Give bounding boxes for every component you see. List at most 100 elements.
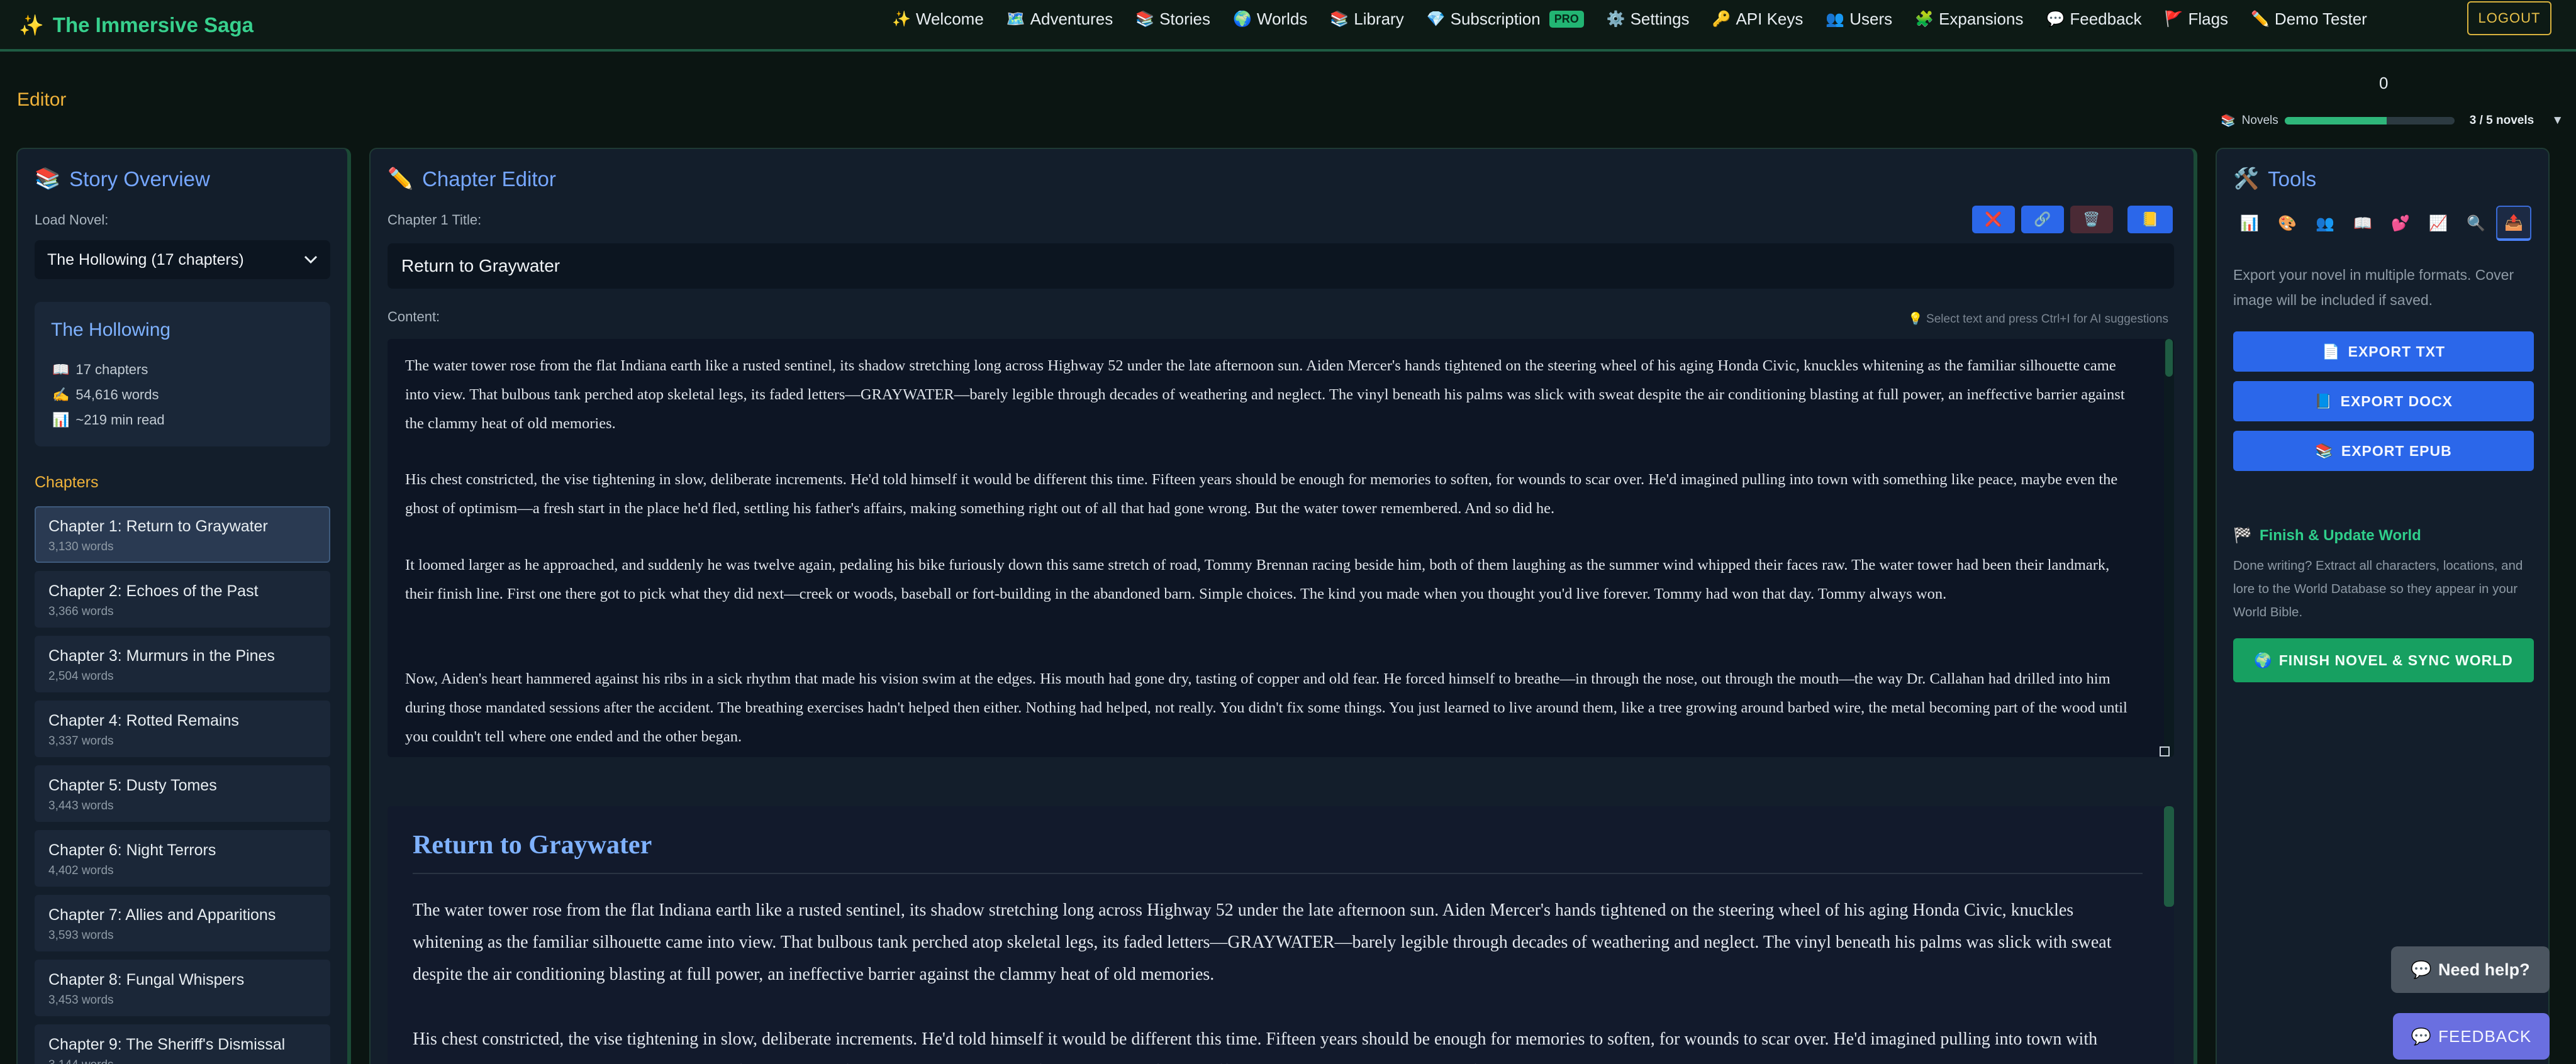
nav-label: Feedback — [2070, 9, 2142, 28]
preview-paragraph: The water tower rose from the flat India… — [413, 901, 2112, 984]
tools-tabs: 📊 🎨 👥 📖 💕 📈 🔍 📤 — [2232, 206, 2531, 241]
nav-item-library[interactable]: 📚 Library — [1319, 0, 1415, 38]
chapter-item[interactable]: Chapter 5: Dusty Tomes 3,443 words — [35, 765, 330, 822]
tab-search[interactable]: 🔍 — [2458, 206, 2494, 241]
book-icon: 📖 — [52, 362, 70, 377]
document-icon: 📄 — [2321, 343, 2341, 360]
search-icon: 🔍 — [2467, 214, 2485, 232]
chapter-item[interactable]: Chapter 3: Murmurs in the Pines 2,504 wor… — [35, 636, 330, 692]
nav-item-welcome[interactable]: ✨ Welcome — [881, 0, 995, 38]
finish-sync-button[interactable]: 🌍 FINISH NOVEL & SYNC WORLD — [2233, 638, 2534, 682]
chapter-item[interactable]: Chapter 1: Return to Graywater 3,130 word… — [35, 506, 330, 563]
divider — [413, 873, 2143, 874]
chapter-words: 3,453 words — [48, 994, 114, 1007]
trend-icon: 📈 — [2429, 214, 2448, 232]
chapter-title-input[interactable]: Return to Graywater — [388, 243, 2174, 289]
nav-label: Subscription — [1450, 9, 1541, 28]
tab-stats[interactable]: 📊 — [2232, 206, 2267, 241]
nav-item-stories[interactable]: 📚 Stories — [1124, 0, 1222, 38]
nav-item-settings[interactable]: ⚙️ Settings — [1595, 0, 1701, 38]
chapter-words: 3,144 words — [48, 1058, 114, 1064]
chapter-title-label: Chapter 1 Title: — [388, 212, 482, 228]
chapter-title: Chapter 7: Allies and Apparitions — [48, 906, 276, 924]
nav-item-api-keys[interactable]: 🔑 API Keys — [1701, 0, 1815, 38]
button-label: EXPORT DOCX — [2340, 392, 2453, 409]
books-icon: 📚 — [1135, 10, 1155, 28]
tab-style[interactable]: 🎨 — [2270, 206, 2305, 241]
nav-item-subscription[interactable]: 💎 Subscription PRO — [1415, 0, 1595, 38]
editor-paragraph: It loomed larger as he approached, and s… — [405, 557, 2110, 602]
novel-select[interactable]: The Hollowing (17 chapters) — [35, 240, 330, 279]
link-button[interactable]: 🔗 — [2021, 206, 2064, 233]
chapter-title-value: Return to Graywater — [401, 256, 560, 275]
trash-icon: 🗑️ — [2083, 211, 2100, 227]
delete-button[interactable]: 🗑️ — [2070, 206, 2113, 233]
resize-handle[interactable] — [2160, 746, 2170, 756]
gear-icon: ⚙️ — [1606, 10, 1625, 28]
nav-item-flags[interactable]: 🚩 Flags — [2153, 0, 2239, 38]
logout-button[interactable]: LOGOUT — [2467, 1, 2551, 35]
content-editor[interactable]: The water tower rose from the flat India… — [388, 339, 2174, 757]
chapter-item[interactable]: Chapter 9: The Sheriff's Dismissal 3,144 … — [35, 1024, 330, 1064]
chapter-item[interactable]: Chapter 8: Fungal Whispers 3,453 words — [35, 960, 330, 1016]
app-brand[interactable]: ✨ The Immersive Saga — [19, 6, 254, 44]
novels-progress-bar — [2284, 117, 2455, 125]
chapters-heading: Chapters — [35, 474, 99, 491]
chapter-words: 4,402 words — [48, 864, 114, 877]
tab-analytics[interactable]: 📈 — [2421, 206, 2456, 241]
chapter-item[interactable]: Chapter 4: Rotted Remains 3,337 words — [35, 701, 330, 757]
chart-icon: 📊 — [52, 412, 70, 428]
clear-button[interactable]: ❌ — [1972, 206, 2015, 233]
nav-item-adventures[interactable]: 🗺️ Adventures — [995, 0, 1124, 38]
speech-bubble-icon: 💬 — [2411, 960, 2433, 979]
tab-characters[interactable]: 👥 — [2307, 206, 2343, 241]
nav-item-expansions[interactable]: 🧩 Expansions — [1904, 0, 2034, 38]
nav-label: Adventures — [1030, 9, 1113, 28]
writing-hand-icon: ✍️ — [52, 387, 70, 402]
chevron-down-icon — [304, 255, 318, 264]
stat-read-time: 📊 ~219 min read — [52, 412, 165, 428]
export-docx-button[interactable]: 📘 EXPORT DOCX — [2233, 381, 2534, 421]
close-icon: ❌ — [1985, 211, 2002, 227]
chapter-title: Chapter 1: Return to Graywater — [48, 518, 268, 535]
tab-reading[interactable]: 📖 — [2345, 206, 2380, 241]
chapter-item[interactable]: Chapter 2: Echoes of the Past 3,366 words — [35, 571, 330, 628]
chapter-item[interactable]: Chapter 6: Night Terrors 4,402 words — [35, 830, 330, 887]
need-help-button[interactable]: 💬 Need help? — [2391, 946, 2550, 993]
novels-count: 3 / 5 novels — [2469, 114, 2534, 127]
feedback-button[interactable]: 💬 FEEDBACK — [2393, 1013, 2550, 1060]
nav-item-feedback[interactable]: 💬 Feedback — [2034, 0, 2153, 38]
finish-heading: 🏁 Finish & Update World — [2233, 526, 2421, 545]
tab-export[interactable]: 📤 — [2496, 206, 2531, 241]
story-summary-card: The Hollowing 📖 17 chapters ✍️ 54,616 word… — [35, 302, 330, 446]
chapter-title: Chapter 9: The Sheriff's Dismissal — [48, 1036, 286, 1053]
chapter-editor-title: ✏️ Chapter Editor — [388, 167, 556, 191]
editor-scrollbar[interactable] — [2164, 339, 2174, 757]
puzzle-icon: 🧩 — [1915, 10, 1934, 28]
lightbulb-icon: 💡 — [1908, 313, 1927, 326]
pro-badge: PRO — [1549, 10, 1584, 28]
pencil-icon: ✏️ — [2251, 10, 2270, 28]
nav-item-worlds[interactable]: 🌍 Worlds — [1222, 0, 1319, 38]
story-overview-panel: 📚 Story Overview Load Novel: The Hollowi… — [16, 148, 351, 1064]
books-icon: 📚 — [2221, 114, 2236, 128]
export-epub-button[interactable]: 📚 EXPORT EPUB — [2233, 431, 2534, 471]
story-overview-heading: Story Overview — [69, 167, 210, 191]
map-icon: 🗺️ — [1006, 10, 1025, 28]
notebook-button[interactable]: 📒 — [2127, 206, 2173, 233]
tab-romance[interactable]: 💕 — [2383, 206, 2418, 241]
preview-scrollbar[interactable] — [2164, 806, 2174, 907]
chapter-item[interactable]: Chapter 7: Allies and Apparitions 3,593 w… — [35, 895, 330, 951]
scrollbar-thumb[interactable] — [2165, 339, 2173, 377]
nav-item-demo-tester[interactable]: ✏️ Demo Tester — [2239, 0, 2378, 38]
export-txt-button[interactable]: 📄 EXPORT TXT — [2233, 331, 2534, 372]
help-label: Need help? — [2438, 960, 2530, 979]
novels-quota[interactable]: 📚 Novels 3 / 5 novels ▼ — [2221, 112, 2563, 130]
globe-icon: 🌍 — [1233, 10, 1252, 28]
checkered-flag-icon: 🏁 — [2233, 527, 2252, 544]
nav-label: Flags — [2188, 9, 2229, 28]
chapter-editor-heading: Chapter Editor — [422, 167, 556, 191]
stat-value: 17 chapters — [75, 362, 148, 377]
key-icon: 🔑 — [1712, 10, 1731, 28]
nav-item-users[interactable]: 👥 Users — [1814, 0, 1904, 38]
